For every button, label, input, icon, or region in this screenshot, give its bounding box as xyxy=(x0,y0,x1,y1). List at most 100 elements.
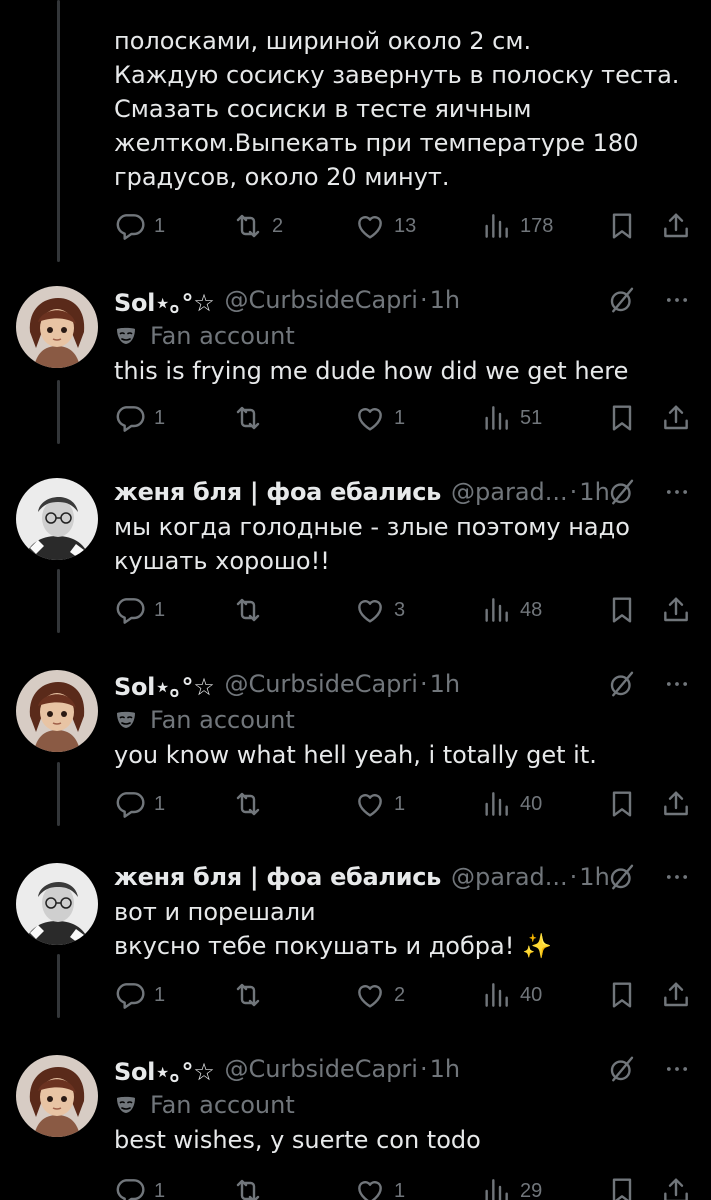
reply-count: 1 xyxy=(154,214,166,237)
handle[interactable]: @parad... xyxy=(451,863,568,891)
like-button[interactable]: 3 xyxy=(354,592,405,628)
reply-count: 1 xyxy=(154,406,166,429)
repost-button[interactable] xyxy=(232,1173,272,1200)
grok-button[interactable] xyxy=(607,1054,637,1084)
reply-count: 1 xyxy=(154,598,166,621)
tweet[interactable]: полосками, шириной около 2 см. Каждую со… xyxy=(0,0,711,262)
avatar-image xyxy=(16,863,98,945)
timestamp[interactable]: 1h xyxy=(579,863,609,891)
more-button[interactable] xyxy=(663,670,691,698)
share-button[interactable] xyxy=(660,786,692,822)
like-count: 1 xyxy=(394,1179,406,1200)
tweet[interactable]: женя бля | фоа ебались @parad... · 1h во… xyxy=(0,859,711,1031)
handle[interactable]: @CurbsideCapri xyxy=(224,670,417,698)
more-icon xyxy=(663,1055,691,1083)
like-button[interactable]: 1 xyxy=(354,786,405,822)
timestamp[interactable]: 1h xyxy=(430,670,460,698)
repost-button[interactable] xyxy=(232,977,272,1013)
tweet[interactable]: Sol⋆｡°☆ @CurbsideCapri · 1h Fan account … xyxy=(0,282,711,460)
reply-button[interactable]: 1 xyxy=(114,1173,165,1200)
views-icon xyxy=(480,979,512,1011)
bookmark-button[interactable] xyxy=(606,592,638,628)
mask-icon xyxy=(114,324,138,348)
reply-button[interactable]: 1 xyxy=(114,786,165,822)
reply-button[interactable]: 1 xyxy=(114,592,165,628)
reply-button[interactable]: 1 xyxy=(114,977,165,1013)
bookmark-button[interactable] xyxy=(606,786,638,822)
share-button[interactable] xyxy=(660,592,692,628)
views-button[interactable]: 48 xyxy=(480,592,542,628)
reply-button[interactable]: 1 xyxy=(114,208,165,244)
separator-dot: · xyxy=(419,1055,428,1083)
avatar[interactable] xyxy=(16,670,98,752)
views-button[interactable]: 51 xyxy=(480,400,542,436)
reply-count: 1 xyxy=(154,792,166,815)
avatar[interactable] xyxy=(16,478,98,560)
share-button[interactable] xyxy=(660,1173,692,1200)
grok-button[interactable] xyxy=(607,862,637,892)
views-button[interactable]: 40 xyxy=(480,977,542,1013)
display-name[interactable]: Sol⋆｡°☆ xyxy=(114,667,215,702)
grok-button[interactable] xyxy=(607,669,637,699)
repost-icon xyxy=(232,402,264,434)
views-count: 40 xyxy=(520,983,543,1006)
more-button[interactable] xyxy=(663,1055,691,1083)
repost-button[interactable]: 2 xyxy=(232,208,283,244)
reply-icon xyxy=(114,979,146,1011)
views-button[interactable]: 29 xyxy=(480,1173,542,1200)
reply-icon xyxy=(114,402,146,434)
bookmark-button[interactable] xyxy=(606,400,638,436)
repost-button[interactable] xyxy=(232,400,272,436)
bookmark-button[interactable] xyxy=(606,977,638,1013)
like-icon xyxy=(354,1175,386,1200)
grok-button[interactable] xyxy=(607,477,637,507)
bookmark-button[interactable] xyxy=(606,1173,638,1200)
handle[interactable]: @parad... xyxy=(451,478,568,506)
like-button[interactable]: 1 xyxy=(354,400,405,436)
tweet-text: полосками, шириной около 2 см. Каждую со… xyxy=(114,27,680,191)
avatar[interactable] xyxy=(16,863,98,945)
reply-icon xyxy=(114,594,146,626)
fan-account-badge: Fan account xyxy=(114,1087,691,1123)
more-icon xyxy=(663,670,691,698)
views-button[interactable]: 40 xyxy=(480,786,542,822)
reply-icon xyxy=(114,210,146,242)
avatar[interactable] xyxy=(16,1055,98,1137)
like-button[interactable]: 1 xyxy=(354,1173,405,1200)
like-button[interactable]: 13 xyxy=(354,208,416,244)
views-icon xyxy=(480,402,512,434)
tweet[interactable]: Sol⋆｡°☆ @CurbsideCapri · 1h Fan account … xyxy=(0,666,711,844)
timestamp[interactable]: 1h xyxy=(430,286,460,314)
reply-button[interactable]: 1 xyxy=(114,400,165,436)
repost-button[interactable] xyxy=(232,592,272,628)
more-button[interactable] xyxy=(663,863,691,891)
grok-icon xyxy=(607,477,637,507)
reply-icon xyxy=(114,788,146,820)
handle[interactable]: @CurbsideCapri xyxy=(224,1055,417,1083)
share-button[interactable] xyxy=(660,977,692,1013)
tweet-actions: 1 1 40 xyxy=(114,786,692,822)
views-icon xyxy=(480,594,512,626)
bookmark-icon xyxy=(606,1175,638,1200)
display-name[interactable]: женя бля | фоа ебались xyxy=(114,478,441,506)
display-name[interactable]: женя бля | фоа ебались xyxy=(114,863,441,891)
display-name[interactable]: Sol⋆｡°☆ xyxy=(114,283,215,318)
timestamp[interactable]: 1h xyxy=(430,1055,460,1083)
timestamp[interactable]: 1h xyxy=(579,478,609,506)
tweet-actions: 1 1 51 xyxy=(114,400,692,436)
handle[interactable]: @CurbsideCapri xyxy=(224,286,417,314)
views-button[interactable]: 178 xyxy=(480,208,553,244)
avatar[interactable] xyxy=(16,286,98,368)
more-button[interactable] xyxy=(663,286,691,314)
share-icon xyxy=(660,979,692,1011)
tweet[interactable]: женя бля | фоа ебались @parad... · 1h мы… xyxy=(0,474,711,646)
grok-button[interactable] xyxy=(607,285,637,315)
display-name[interactable]: Sol⋆｡°☆ xyxy=(114,1052,215,1087)
tweet[interactable]: Sol⋆｡°☆ @CurbsideCapri · 1h Fan account … xyxy=(0,1051,711,1200)
bookmark-button[interactable] xyxy=(606,208,638,244)
repost-button[interactable] xyxy=(232,786,272,822)
more-button[interactable] xyxy=(663,478,691,506)
share-button[interactable] xyxy=(660,208,692,244)
share-button[interactable] xyxy=(660,400,692,436)
like-button[interactable]: 2 xyxy=(354,977,405,1013)
